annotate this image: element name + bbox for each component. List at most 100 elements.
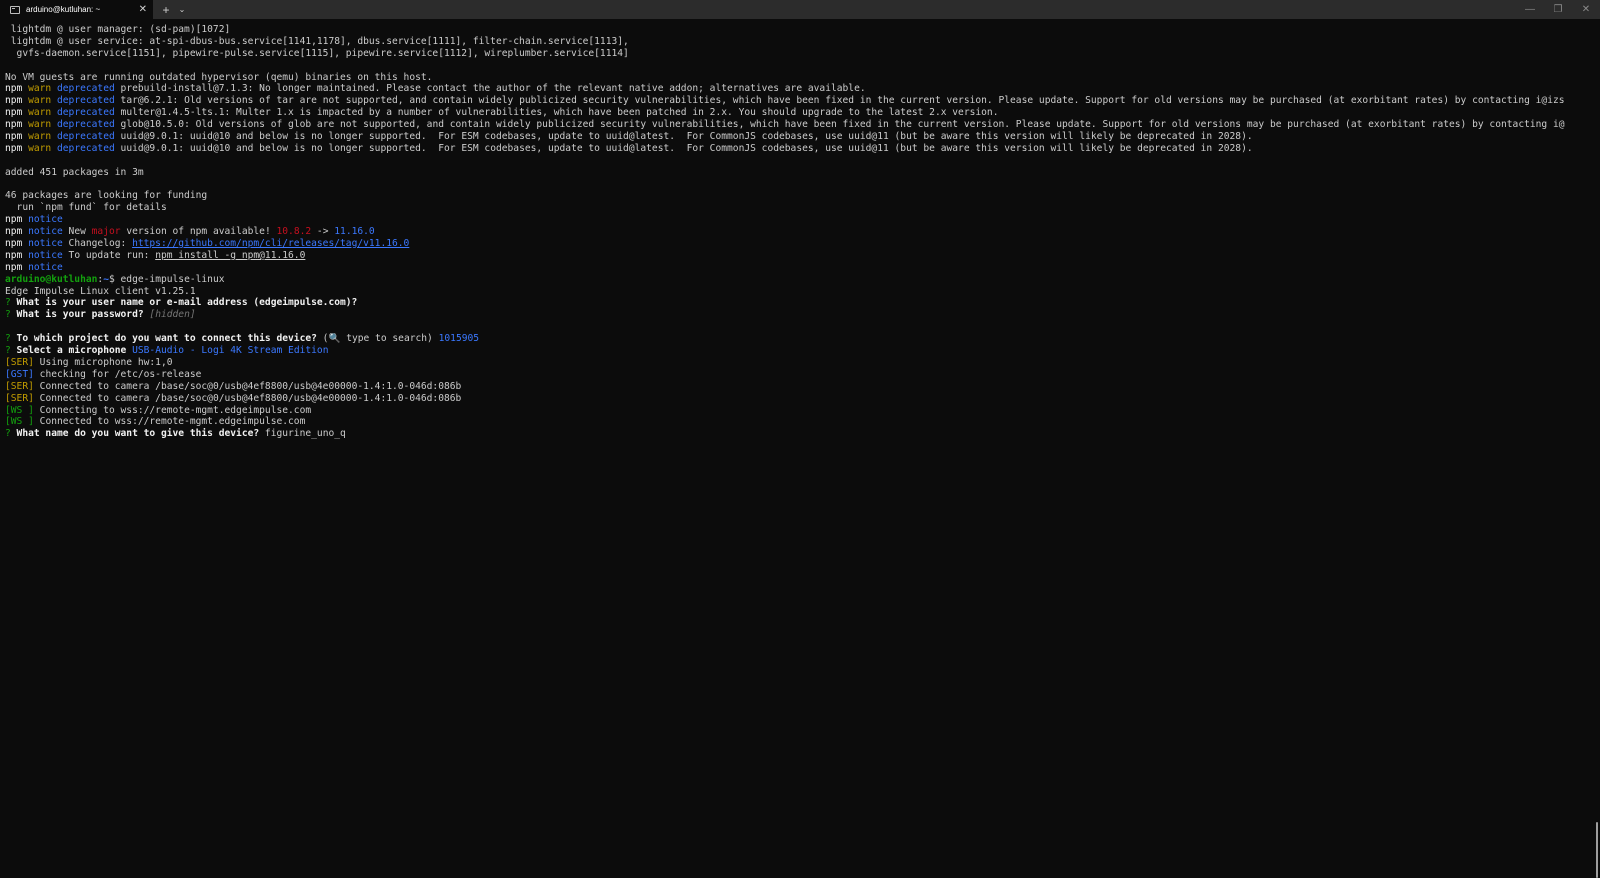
terminal-text: npm	[5, 107, 29, 119]
terminal-text: added 451 packages in 3m	[5, 166, 144, 178]
minimize-button[interactable]: —	[1516, 0, 1544, 19]
terminal-text: notice	[28, 238, 63, 250]
terminal-line: Edge Impulse Linux client v1.25.1	[5, 286, 1565, 298]
terminal-line: npm notice To update run: npm install -g…	[5, 250, 1565, 262]
terminal-text: checking for /etc/os-release	[33, 368, 202, 380]
terminal-text: ->	[311, 226, 335, 238]
terminal-text: notice	[28, 261, 63, 273]
terminal-text: gvfs-daemon.service[1151], pipewire-puls…	[5, 47, 629, 59]
terminal-line: npm warn deprecated multer@1.4.5-lts.1: …	[5, 107, 1565, 119]
terminal-line: npm warn deprecated uuid@9.0.1: uuid@10 …	[5, 131, 1565, 143]
terminal-text: deprecated	[57, 119, 115, 131]
close-window-button[interactable]: ✕	[1572, 0, 1600, 19]
terminal-line: npm notice Changelog: https://github.com…	[5, 238, 1565, 250]
terminal-text: Connected to wss://remote-mgmt.edgeimpul…	[33, 416, 306, 428]
maximize-button[interactable]: ❐	[1544, 0, 1572, 19]
terminal-line: [WS ] Connecting to wss://remote-mgmt.ed…	[5, 405, 1565, 417]
terminal-line: lightdm @ user manager: (sd-pam)[1072]	[5, 24, 1565, 36]
terminal-text: warn	[28, 83, 52, 95]
terminal-line: [GST] checking for /etc/os-release	[5, 369, 1565, 381]
terminal-text: version of npm available!	[120, 226, 277, 238]
terminal-text: npm	[5, 95, 29, 107]
terminal-text: uuid@9.0.1: uuid@10 and below is no long…	[114, 142, 1253, 154]
terminal-text: deprecated	[57, 142, 115, 154]
terminal-line: No VM guests are running outdated hyperv…	[5, 72, 1565, 84]
scrollbar[interactable]	[1594, 19, 1600, 878]
terminal-text: notice	[28, 214, 63, 226]
terminal-text: New	[62, 226, 92, 238]
terminal-text: To update run:	[62, 249, 156, 261]
terminal-text: glob@10.5.0: Old versions of glob are no…	[114, 119, 1565, 131]
terminal-text: warn	[28, 95, 52, 107]
terminal-line: arduino@kutluhan:~$ edge-impulse-linux	[5, 274, 1565, 286]
terminal-text: [SER]	[5, 392, 34, 404]
terminal-text: USB-Audio - Logi 4K Stream Edition	[132, 345, 329, 357]
terminal-text: Connecting to wss://remote-mgmt.edgeimpu…	[33, 404, 312, 416]
terminal-output[interactable]: lightdm @ user manager: (sd-pam)[1072] l…	[5, 24, 1565, 440]
new-tab-button[interactable]: +	[157, 0, 175, 19]
terminal-text: Connected to camera /base/soc@0/usb@4ef8…	[33, 380, 462, 392]
terminal-text: $ edge-impulse-linux	[108, 273, 225, 285]
terminal-text: multer@1.4.5-lts.1: Multer 1.x is impact…	[114, 107, 999, 119]
terminal-line: [SER] Connected to camera /base/soc@0/us…	[5, 381, 1565, 393]
terminal-text: notice	[28, 249, 63, 261]
terminal-text: deprecated	[57, 83, 115, 95]
terminal-text: npm	[5, 261, 29, 273]
terminal-line: npm warn deprecated glob@10.5.0: Old ver…	[5, 119, 1565, 131]
terminal-text: npm	[5, 131, 29, 143]
terminal-text: npm	[5, 249, 29, 261]
terminal-text: [GST]	[5, 368, 34, 380]
terminal-text: Changelog:	[62, 238, 133, 250]
terminal-text: 1015905	[438, 333, 480, 345]
terminal-text: uuid@9.0.1: uuid@10 and below is no long…	[114, 131, 1253, 143]
terminal-line: ? To which project do you want to connec…	[5, 333, 1565, 345]
terminal-line: npm warn deprecated prebuild-install@7.1…	[5, 83, 1565, 95]
terminal-icon	[10, 5, 20, 14]
terminal-text: (	[316, 333, 329, 345]
tab-title: arduino@kutluhan: ~	[26, 5, 101, 14]
terminal-line: 46 packages are looking for funding	[5, 190, 1565, 202]
terminal-text: 11.16.0	[334, 226, 375, 238]
terminal-text: Using microphone hw:1,0	[33, 356, 173, 368]
terminal-text: warn	[28, 131, 52, 143]
terminal-line: ? Select a microphone USB-Audio - Logi 4…	[5, 345, 1565, 357]
terminal-text: Edge Impulse Linux client v1.25.1	[5, 285, 196, 297]
terminal-line: npm notice New major version of npm avai…	[5, 226, 1565, 238]
terminal-text: lightdm @ user manager: (sd-pam)[1072]	[5, 24, 231, 35]
terminal-text: npm install -g npm@11.16.0	[155, 249, 306, 261]
terminal-text: npm	[5, 238, 29, 250]
terminal-text: [SER]	[5, 380, 34, 392]
drag-region[interactable]	[189, 0, 1516, 19]
tab-terminal[interactable]: arduino@kutluhan: ~ ✕	[0, 0, 153, 19]
title-bar: arduino@kutluhan: ~ ✕ + ⌄ — ❐ ✕	[0, 0, 1600, 19]
terminal-text: npm	[5, 226, 29, 238]
terminal-text: deprecated	[57, 131, 115, 143]
terminal-text: [hidden]	[149, 309, 196, 321]
chevron-down-icon[interactable]: ⌄	[175, 0, 189, 19]
terminal-line: [WS ] Connected to wss://remote-mgmt.edg…	[5, 416, 1565, 428]
terminal-text: lightdm @ user service: at-spi-dbus-bus.…	[5, 35, 629, 47]
terminal-text: What is your password?	[10, 309, 144, 321]
tab-close-icon[interactable]: ✕	[139, 4, 147, 15]
terminal-text: deprecated	[57, 107, 115, 119]
changelog-link[interactable]: https://github.com/npm/cli/releases/tag/…	[132, 238, 409, 249]
terminal-text: [SER]	[5, 356, 34, 368]
terminal-text: Select a microphone	[10, 345, 127, 357]
terminal-text: prebuild-install@7.1.3: No longer mainta…	[114, 83, 866, 95]
terminal-text: 46 packages are looking for funding	[5, 190, 208, 202]
terminal-text: warn	[28, 119, 52, 131]
terminal-text: run `npm fund` for details	[5, 202, 167, 214]
terminal-text: warn	[28, 107, 52, 119]
terminal-text: npm	[5, 214, 29, 226]
terminal-line: gvfs-daemon.service[1151], pipewire-puls…	[5, 48, 1565, 60]
terminal-text: figurine_uno_q	[259, 428, 346, 440]
terminal-text: major	[91, 226, 121, 238]
terminal-line: [SER] Connected to camera /base/soc@0/us…	[5, 393, 1565, 405]
terminal-text: deprecated	[57, 95, 115, 107]
terminal-line: lightdm @ user service: at-spi-dbus-bus.…	[5, 36, 1565, 48]
terminal-text: npm	[5, 119, 29, 131]
terminal-text: Connected to camera /base/soc@0/usb@4ef8…	[33, 392, 462, 404]
